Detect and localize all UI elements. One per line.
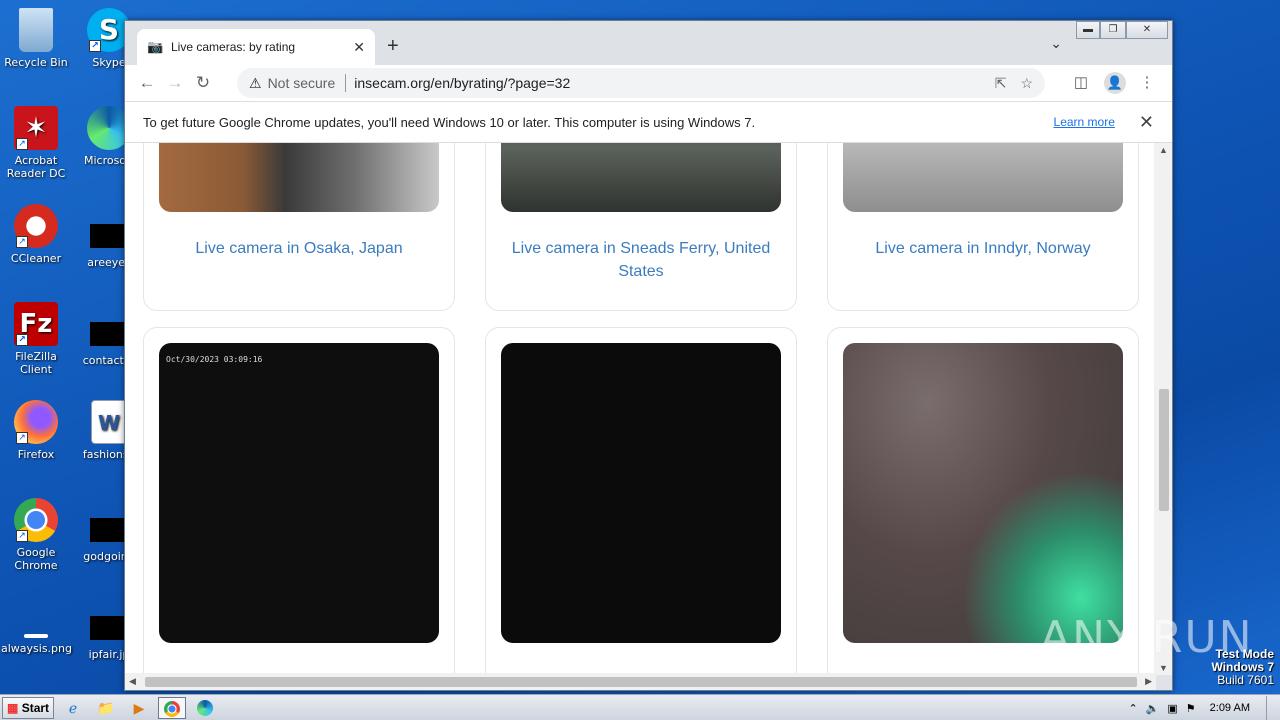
file-icon [90, 616, 128, 640]
camera-image[interactable] [843, 343, 1123, 643]
vertical-scroll-thumb[interactable] [1159, 389, 1169, 511]
reload-icon[interactable]: ↻ [189, 69, 217, 97]
update-infobar: To get future Google Chrome updates, you… [125, 101, 1172, 143]
file-icon [90, 518, 128, 542]
camera-timestamp: Oct/30/2023 03:09:16 [166, 355, 263, 364]
close-tab-icon[interactable]: ✕ [353, 39, 365, 56]
windows-logo-icon: ▦ [7, 700, 19, 715]
scroll-left-icon[interactable]: ◀ [129, 676, 136, 687]
scroll-up-icon[interactable]: ▲ [1159, 145, 1168, 155]
tab-strip: 📷 Live cameras: by rating ✕ + ⌄ ▬ ❐ ✕ [125, 21, 1172, 65]
camera-card[interactable] [485, 327, 797, 675]
page-viewport: Live camera in Osaka, Japan Live camera … [125, 143, 1156, 675]
warning-icon: ⚠ [249, 74, 262, 91]
camera-image[interactable] [501, 143, 781, 212]
close-window-button[interactable]: ✕ [1126, 21, 1168, 39]
url-text[interactable]: insecam.org/en/byrating/?page=32 [354, 75, 980, 91]
browser-toolbar: ← → ↻ ⚠ Not secure insecam.org/en/byrati… [125, 65, 1172, 101]
desktop-icon-chrome[interactable]: ↗ Google Chrome [1, 498, 71, 572]
action-center-flag-icon[interactable]: ⚑ [1186, 702, 1196, 715]
close-infobar-icon[interactable]: ✕ [1139, 112, 1154, 133]
back-arrow-icon[interactable]: ← [133, 69, 161, 97]
camera-caption[interactable]: Live camera in Osaka, Japan [154, 237, 444, 260]
maximize-button[interactable]: ❐ [1100, 21, 1126, 39]
desktop-icon-acrobat[interactable]: ✶ ↗ Acrobat Reader DC [1, 106, 71, 180]
ccleaner-icon: ↗ [14, 204, 58, 248]
share-icon[interactable]: ⇱ [995, 75, 1007, 92]
desktop-icon-filezilla[interactable]: Fz ↗ FileZilla Client [1, 302, 71, 376]
test-mode-watermark: Test Mode Windows 7 Build 7601 [1211, 647, 1274, 687]
system-tray: ⌃ 🔈 ▣ ⚑ 2:09 AM [1128, 695, 1280, 720]
show-desktop-button[interactable] [1266, 696, 1280, 720]
taskbar: ▦ Start ℯ 📁 ▶ ⌃ 🔈 ▣ ⚑ 2:09 AM [0, 694, 1280, 720]
profile-avatar-icon[interactable]: 👤 [1101, 69, 1129, 97]
recycle-bin-icon [19, 8, 53, 52]
chrome-window: 📷 Live cameras: by rating ✕ + ⌄ ▬ ❐ ✕ ← … [124, 20, 1173, 691]
firefox-icon: ↗ [14, 400, 58, 444]
bookmark-star-icon[interactable]: ☆ [1020, 75, 1033, 92]
desktop-icon-firefox[interactable]: ↗ Firefox [1, 400, 71, 461]
camera-caption[interactable]: Live camera in Sneads Ferry, United Stat… [496, 237, 786, 283]
tab-search-chevron-icon[interactable]: ⌄ [1050, 35, 1062, 52]
word-icon: W [91, 400, 127, 444]
menu-kebab-icon[interactable]: ⋮ [1133, 69, 1161, 97]
clock[interactable]: 2:09 AM [1210, 702, 1250, 714]
camera-image[interactable] [501, 343, 781, 643]
media-player-taskbar-icon[interactable]: ▶ [125, 697, 153, 719]
volume-icon[interactable]: 🔈 [1146, 702, 1160, 715]
file-icon [90, 322, 128, 346]
camera-image[interactable] [843, 143, 1123, 212]
scroll-down-icon[interactable]: ▼ [1159, 663, 1168, 673]
camera-caption[interactable]: Live camera in Inndyr, Norway [838, 237, 1128, 260]
chrome-icon: ↗ [14, 498, 58, 542]
camera-image[interactable]: Oct/30/2023 03:09:16 [159, 343, 439, 643]
desktop-icon-recycle-bin[interactable]: Recycle Bin [1, 8, 71, 69]
camera-image[interactable] [159, 143, 439, 212]
filezilla-icon: Fz ↗ [14, 302, 58, 346]
chrome-taskbar-icon[interactable] [158, 696, 186, 719]
minimize-button[interactable]: ▬ [1076, 21, 1100, 39]
address-bar[interactable]: ⚠ Not secure insecam.org/en/byrating/?pa… [237, 68, 1045, 98]
ie-taskbar-icon[interactable]: ℯ [59, 697, 87, 719]
desktop-icon-ccleaner[interactable]: ↗ CCleaner [1, 204, 71, 265]
horizontal-scrollbar[interactable]: ◀ ▶ [125, 673, 1156, 690]
camera-card[interactable]: Live camera in Inndyr, Norway [827, 143, 1139, 311]
show-hidden-icons-icon[interactable]: ⌃ [1128, 702, 1137, 715]
camera-card[interactable]: Live camera in Osaka, Japan [143, 143, 455, 311]
file-icon [90, 224, 128, 248]
acrobat-icon: ✶ ↗ [14, 106, 58, 150]
desktop-icon-alwaysis[interactable]: alwaysis.png [1, 612, 72, 655]
network-icon[interactable]: ▣ [1167, 702, 1177, 715]
camera-favicon-icon: 📷 [147, 39, 164, 54]
explorer-taskbar-icon[interactable]: 📁 [92, 697, 120, 719]
camera-card[interactable]: Oct/30/2023 03:09:16 [143, 327, 455, 675]
tab-live-cameras[interactable]: 📷 Live cameras: by rating ✕ [137, 29, 375, 65]
horizontal-scroll-thumb[interactable] [145, 677, 1137, 687]
camera-card[interactable]: Live camera in Sneads Ferry, United Stat… [485, 143, 797, 311]
learn-more-link[interactable]: Learn more [1054, 115, 1115, 129]
scroll-right-icon[interactable]: ▶ [1145, 676, 1152, 687]
side-panel-icon[interactable]: ◫ [1067, 69, 1095, 97]
image-file-icon [24, 634, 48, 638]
vertical-scrollbar[interactable]: ▲ ▼ [1154, 143, 1172, 675]
edge-taskbar-icon[interactable] [191, 697, 219, 719]
forward-arrow-icon[interactable]: → [161, 69, 189, 97]
start-button[interactable]: ▦ Start [2, 696, 54, 719]
new-tab-button[interactable]: + [387, 35, 399, 58]
